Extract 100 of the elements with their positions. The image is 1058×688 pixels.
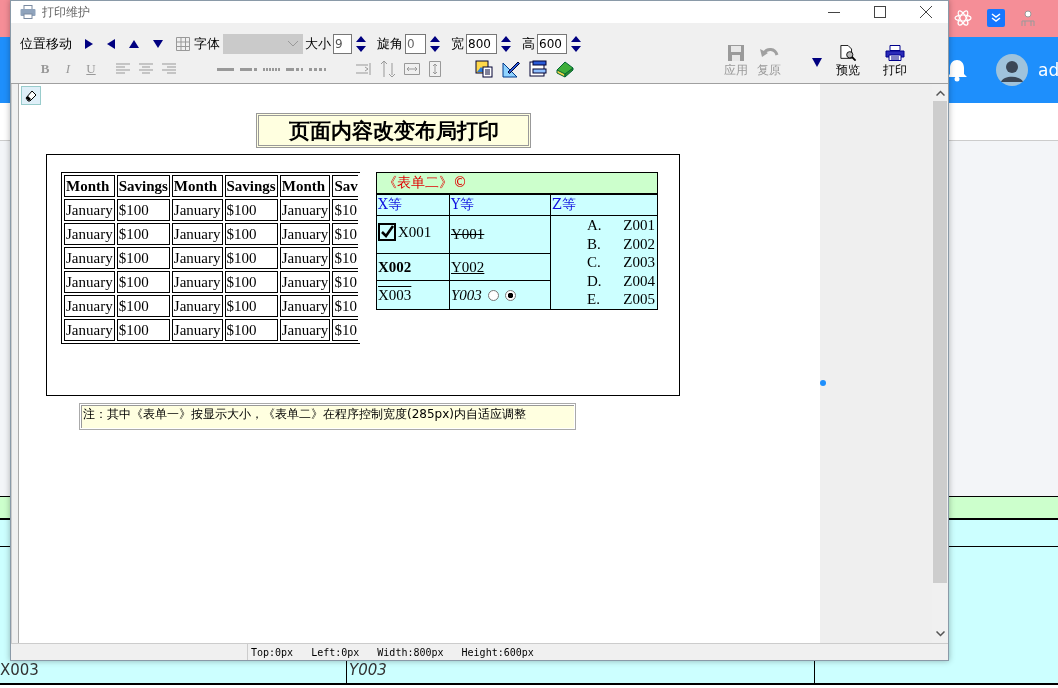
dot-line-icon[interactable] bbox=[309, 67, 326, 71]
width-label: 宽 bbox=[451, 35, 464, 53]
down-arrow-icon[interactable] bbox=[153, 40, 163, 48]
dropdown-arrow-icon[interactable] bbox=[812, 58, 822, 67]
cell-text: Y001 bbox=[451, 225, 485, 243]
window-title: 打印维护 bbox=[42, 3, 90, 21]
up-arrow-icon[interactable] bbox=[129, 40, 139, 48]
table-cell: $100 bbox=[116, 271, 170, 293]
column-header: Sav bbox=[332, 175, 358, 197]
table-cell: January bbox=[279, 223, 331, 245]
table-cell: $100 bbox=[116, 295, 170, 317]
printer-icon bbox=[885, 45, 905, 61]
form-table[interactable]: 《表单二》© X等 Y等 Z等 X001 Y001 A. Z001 B. Z002 C. Z003 D. Z004 E. Z005 X002 Y002 X003 Y003 bbox=[376, 172, 658, 310]
left-arrow-icon[interactable] bbox=[107, 39, 115, 49]
list-marker: E. bbox=[587, 290, 601, 309]
width-field[interactable]: 800 bbox=[466, 34, 497, 54]
size-label: 大小 bbox=[305, 35, 331, 53]
avatar[interactable] bbox=[996, 53, 1028, 86]
column-header: Savings bbox=[116, 175, 170, 197]
page-title[interactable]: 页面内容改变布局打印 bbox=[256, 113, 531, 148]
table-cell: January bbox=[64, 319, 115, 341]
cell-text: X001 bbox=[398, 223, 432, 241]
move-label: 位置移动 bbox=[20, 35, 72, 53]
table-cell: January bbox=[279, 271, 331, 293]
list-marker: C. bbox=[587, 253, 602, 272]
dotted-line-icon[interactable] bbox=[263, 67, 280, 71]
list-marker: D. bbox=[587, 271, 603, 291]
close-icon[interactable] bbox=[920, 6, 932, 18]
height-label: 高 bbox=[522, 35, 535, 53]
table-cell: January bbox=[171, 295, 223, 317]
spinner-icon[interactable] bbox=[501, 35, 511, 53]
toolbar-button[interactable]: 预览 bbox=[833, 45, 863, 79]
note-text[interactable]: 注：其中《表单一》按显示大小，《表单二》在程序控制宽度(285px)内自适应调整 bbox=[79, 403, 576, 430]
table-cell: $10 bbox=[332, 319, 358, 341]
table-cell: January bbox=[64, 223, 115, 245]
list-item: Z002 bbox=[622, 234, 655, 254]
radio-button[interactable] bbox=[487, 289, 499, 301]
table-cell: $100 bbox=[224, 271, 278, 293]
bell-icon[interactable] bbox=[946, 57, 968, 82]
image-document-icon[interactable] bbox=[475, 60, 493, 78]
chevrons-icon[interactable] bbox=[987, 9, 1005, 28]
person-icon[interactable] bbox=[1020, 9, 1036, 28]
table-cell: January bbox=[171, 319, 223, 341]
list-item: Z004 bbox=[622, 271, 655, 291]
magnifier-document-icon bbox=[839, 45, 857, 61]
column-header: Month bbox=[64, 175, 115, 197]
radio-button[interactable] bbox=[504, 289, 516, 301]
column-header: X等 bbox=[376, 194, 450, 216]
table-cell: $10 bbox=[332, 199, 358, 221]
list-item: Z005 bbox=[622, 290, 655, 309]
table-cell: $100 bbox=[224, 247, 278, 269]
scroll-up-icon[interactable] bbox=[935, 90, 945, 96]
status-text: Width:800px bbox=[377, 646, 444, 658]
scrollbar[interactable] bbox=[932, 84, 948, 643]
toolbar-button[interactable]: 打印 bbox=[880, 45, 910, 79]
table-cell: $100 bbox=[116, 223, 170, 245]
table-caption: 《表单二》© bbox=[376, 172, 658, 194]
list-marker: A. bbox=[587, 216, 603, 235]
cell-text: Y002 bbox=[451, 258, 485, 276]
table-icon[interactable] bbox=[529, 60, 547, 78]
cell-text: Y003 bbox=[451, 286, 482, 304]
savings-table[interactable] bbox=[61, 172, 360, 344]
table-cell: $10 bbox=[332, 271, 358, 293]
right-arrow-icon[interactable] bbox=[85, 39, 93, 49]
table-cell: $10 bbox=[332, 247, 358, 269]
rotation-label: 旋角 bbox=[377, 35, 403, 53]
column-header: Month bbox=[279, 175, 331, 197]
height-field[interactable]: 600 bbox=[537, 34, 567, 54]
tool-button[interactable] bbox=[21, 86, 41, 105]
table-cell: January bbox=[64, 271, 115, 293]
rotation-field[interactable]: 0 bbox=[405, 34, 426, 54]
checkbox[interactable] bbox=[378, 223, 396, 242]
table-cell: $100 bbox=[116, 199, 170, 221]
table-cell: January bbox=[279, 295, 331, 317]
list-item: Z001 bbox=[622, 216, 655, 235]
spinner-icon[interactable] bbox=[571, 35, 581, 53]
column-header: Y等 bbox=[449, 194, 551, 216]
dash-dot-line-icon[interactable] bbox=[240, 67, 257, 71]
table-cell: $100 bbox=[224, 319, 278, 341]
table-cell: January bbox=[279, 199, 331, 221]
eraser-icon bbox=[25, 89, 37, 102]
cell-text: X002 bbox=[378, 258, 412, 276]
cell-text: X003 bbox=[378, 286, 412, 304]
printer-icon bbox=[20, 5, 36, 19]
spinner-icon[interactable] bbox=[356, 35, 366, 53]
table-cell: January bbox=[171, 271, 223, 293]
column-header: Savings bbox=[224, 175, 278, 197]
table-cell: X003 bbox=[0, 661, 39, 679]
font-label: 字体 bbox=[194, 35, 220, 53]
spinner-icon[interactable] bbox=[430, 35, 440, 53]
table-cell: January bbox=[171, 247, 223, 269]
maximize-icon[interactable] bbox=[874, 6, 886, 18]
scroll-down-icon[interactable] bbox=[935, 631, 945, 637]
size-field[interactable]: 9 bbox=[333, 34, 352, 54]
resize-handle[interactable] bbox=[820, 380, 826, 386]
table-cell: $100 bbox=[116, 247, 170, 269]
table-cell: January bbox=[279, 319, 331, 341]
book-icon[interactable] bbox=[556, 60, 574, 78]
ruler-pencil-icon[interactable] bbox=[502, 60, 520, 78]
table-cell: January bbox=[64, 199, 115, 221]
